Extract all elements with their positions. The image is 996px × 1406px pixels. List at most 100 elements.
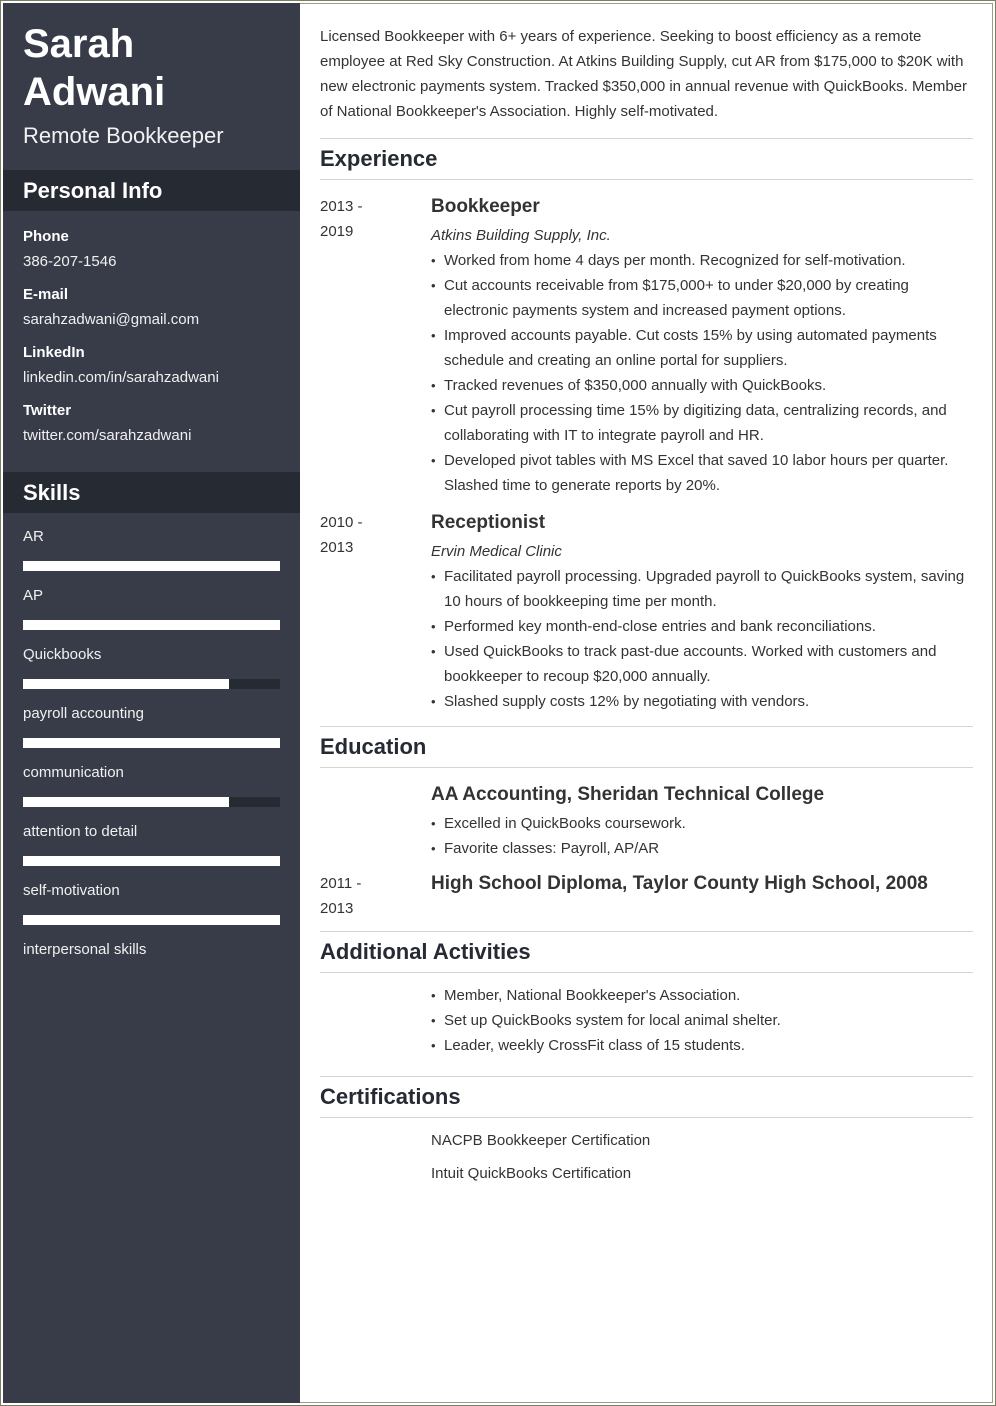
skill-level-fill xyxy=(23,856,280,866)
contact-linkedin: LinkedIn linkedin.com/in/sarahzadwani xyxy=(23,340,280,390)
bullet-list: Facilitated payroll processing. Upgraded… xyxy=(431,564,973,714)
contact-label: LinkedIn xyxy=(23,344,85,361)
date-start: 2010 - xyxy=(320,514,363,531)
experience-heading: Experience xyxy=(320,139,973,180)
skill-item: interpersonal skills xyxy=(23,937,280,996)
entry-body: Receptionist Ervin Medical Clinic Facilita… xyxy=(431,510,973,714)
contact-twitter: Twitter twitter.com/sarahzadwani xyxy=(23,398,280,448)
candidate-name: Sarah Adwani xyxy=(23,20,280,116)
date-end: 2013 xyxy=(320,900,354,917)
skill-level-bar xyxy=(23,856,280,866)
education-list: AA Accounting, Sheridan Technical Colleg… xyxy=(320,782,973,921)
bullet-item: Tracked revenues of $350,000 annually wi… xyxy=(431,373,973,398)
job-title: Receptionist xyxy=(431,512,546,533)
entry-date: 2013 - 2019 xyxy=(320,194,431,498)
activities-heading: Additional Activities xyxy=(320,932,973,973)
bullet-item: Used QuickBooks to track past-due accoun… xyxy=(431,639,973,689)
entry-date: 2010 - 2013 xyxy=(320,510,431,714)
skill-item: attention to detail xyxy=(23,819,280,878)
skill-name: self-motivation xyxy=(23,882,120,899)
skill-name: payroll accounting xyxy=(23,705,144,722)
bullet-list: Excelled in QuickBooks coursework.Favori… xyxy=(431,811,973,861)
experience-entry: 2010 - 2013 Receptionist Ervin Medical Clin… xyxy=(320,510,973,714)
skill-level-fill xyxy=(23,915,280,925)
experience-entry: 2013 - 2019 Bookkeeper Atkins Building Supp… xyxy=(320,194,973,498)
skill-level-bar xyxy=(23,561,280,571)
certifications-entry: NACPB Bookkeeper Certification Intuit Qui… xyxy=(320,1128,973,1194)
linkedin-link[interactable]: linkedin.com/in/sarahzadwani xyxy=(23,365,280,390)
education-entry: 2011 - 2013 High School Diploma, Taylor Co… xyxy=(320,871,973,921)
activity-item: Set up QuickBooks system for local anima… xyxy=(431,1008,973,1033)
entry-body: Bookkeeper Atkins Building Supply, Inc. Wo… xyxy=(431,194,973,498)
skill-item: payroll accounting xyxy=(23,701,280,760)
skill-level-bar xyxy=(23,738,280,748)
bullet-item: Performed key month-end-close entries an… xyxy=(431,614,973,639)
email-link[interactable]: sarahzadwani@gmail.com xyxy=(23,307,280,332)
education-section: Education AA Accounting, Sheridan Techni… xyxy=(320,726,973,921)
bullet-item: Worked from home 4 days per month. Recog… xyxy=(431,248,973,273)
summary: Licensed Bookkeeper with 6+ years of exp… xyxy=(320,28,967,120)
skill-item: self-motivation xyxy=(23,878,280,937)
date-end: 2013 xyxy=(320,539,354,556)
skill-level-fill xyxy=(23,797,229,807)
contact-label: Phone xyxy=(23,228,69,245)
contact-list: Phone 386-207-1546 E-mail sarahzadwani@g… xyxy=(3,211,300,472)
activity-item: Member, National Bookkeeper's Associatio… xyxy=(431,983,973,1008)
bullet-item: Improved accounts payable. Cut costs 15%… xyxy=(431,323,973,373)
name-first: Sarah xyxy=(23,22,135,66)
skill-item: AP xyxy=(23,583,280,642)
bullet-item: Favorite classes: Payroll, AP/AR xyxy=(431,836,973,861)
date-start: 2011 - xyxy=(320,875,362,892)
education-heading: Education xyxy=(320,727,973,768)
bullet-item: Excelled in QuickBooks coursework. xyxy=(431,811,973,836)
activity-item: Leader, weekly CrossFit class of 15 stud… xyxy=(431,1033,973,1058)
main-content: Licensed Bookkeeper with 6+ years of exp… xyxy=(300,3,993,1403)
sidebar: Sarah Adwani Remote Bookkeeper Personal … xyxy=(3,3,300,1403)
skill-name: Quickbooks xyxy=(23,646,102,663)
entry-date xyxy=(320,782,431,861)
sidebar-header: Sarah Adwani Remote Bookkeeper xyxy=(3,3,300,170)
experience-list: 2013 - 2019 Bookkeeper Atkins Building Supp… xyxy=(320,194,973,714)
phone-value: 386-207-1546 xyxy=(23,253,117,270)
resume-page: Sarah Adwani Remote Bookkeeper Personal … xyxy=(3,3,993,1403)
job-title: Bookkeeper xyxy=(431,196,540,217)
personal-info-heading: Personal Info xyxy=(3,170,300,211)
date-end: 2019 xyxy=(320,223,354,240)
skill-level-fill xyxy=(23,620,280,630)
skills-heading: Skills xyxy=(3,472,300,513)
entry-date: 2011 - 2013 xyxy=(320,871,431,921)
contact-label: Twitter xyxy=(23,402,72,419)
company-name: Atkins Building Supply, Inc. xyxy=(431,227,611,244)
contact-email: E-mail sarahzadwani@gmail.com xyxy=(23,282,280,332)
entry-date xyxy=(320,983,431,1058)
skill-level-bar xyxy=(23,620,280,630)
skill-level-bar xyxy=(23,679,280,689)
certifications-heading: Certifications xyxy=(320,1077,973,1118)
company-name: Ervin Medical Clinic xyxy=(431,543,562,560)
skills-list: AR AP Quickbooks payroll accounting communic… xyxy=(3,513,300,996)
name-last: Adwani xyxy=(23,70,166,114)
skill-item: communication xyxy=(23,760,280,819)
skill-name: communication xyxy=(23,764,124,781)
skill-level-bar xyxy=(23,797,280,807)
degree-title: AA Accounting, Sheridan Technical Colleg… xyxy=(431,784,825,805)
twitter-link[interactable]: twitter.com/sarahzadwani xyxy=(23,423,280,448)
bullet-item: Facilitated payroll processing. Upgraded… xyxy=(431,564,973,614)
skill-level-bar xyxy=(23,915,280,925)
contact-label: E-mail xyxy=(23,286,69,303)
education-entry: AA Accounting, Sheridan Technical Colleg… xyxy=(320,782,973,861)
bullet-list: Worked from home 4 days per month. Recog… xyxy=(431,248,973,498)
activities-section: Additional Activities Member, National B… xyxy=(320,931,973,1064)
contact-phone: Phone 386-207-1546 xyxy=(23,224,280,274)
experience-section: Experience 2013 - 2019 Bookkeeper Atkins Bu… xyxy=(320,138,973,714)
bullet-item: Developed pivot tables with MS Excel tha… xyxy=(431,448,973,498)
skill-name: AR xyxy=(23,528,44,545)
skill-level-fill xyxy=(23,679,229,689)
degree-title: High School Diploma, Taylor County High … xyxy=(431,873,928,894)
skill-item: Quickbooks xyxy=(23,642,280,701)
bullet-item: Cut payroll processing time 15% by digit… xyxy=(431,398,973,448)
certifications-section: Certifications NACPB Bookkeeper Certific… xyxy=(320,1076,973,1194)
skill-level-fill xyxy=(23,561,280,571)
skill-name: interpersonal skills xyxy=(23,941,147,958)
bullet-item: Slashed supply costs 12% by negotiating … xyxy=(431,689,973,714)
